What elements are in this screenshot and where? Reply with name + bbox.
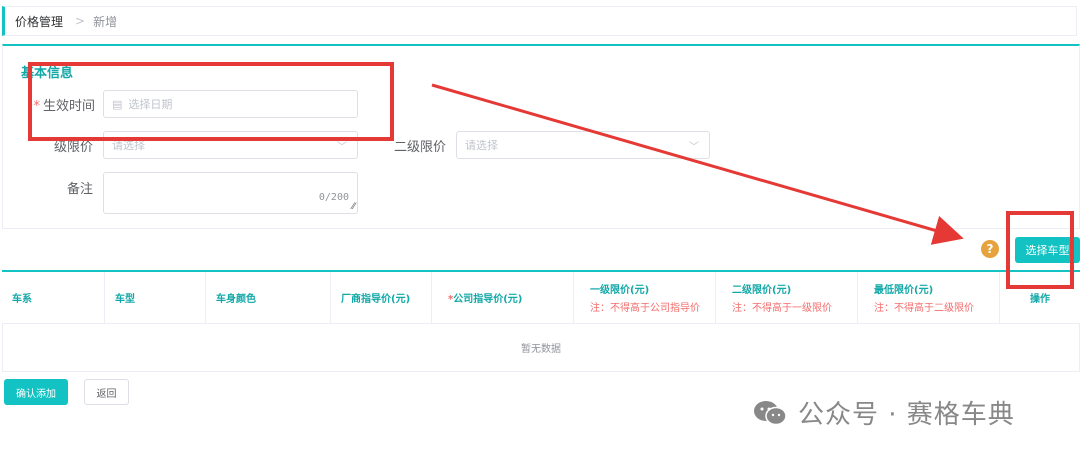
level2-limit-placeholder: 请选择 xyxy=(465,139,498,152)
effective-time-label: * 生效时间 xyxy=(33,99,95,114)
calendar-icon: ▤ xyxy=(112,97,123,111)
chevron-down-icon: ﹀ xyxy=(337,142,347,153)
remark-label: 备注 xyxy=(66,182,93,197)
column-header: 车系 xyxy=(2,272,105,323)
column-header: 二级限价(元) 注：不得高于一级限价 xyxy=(716,272,858,323)
column-header: 最低限价(元) 注：不得高于二级限价 xyxy=(858,272,1000,323)
resize-handle-icon[interactable]: ⁄⁄ xyxy=(352,202,355,212)
watermark-text: 公众号 · 赛格车典 xyxy=(798,400,1015,430)
effective-time-picker[interactable]: ▤ 选择日期 xyxy=(103,90,358,118)
breadcrumb-root[interactable]: 价格管理 xyxy=(15,13,63,30)
char-counter: 0/200 xyxy=(318,192,349,203)
breadcrumb-separator: > xyxy=(75,14,86,28)
breadcrumb-current: 新增 xyxy=(93,14,118,29)
column-header: 一级限价(元) 注：不得高于公司指导价 xyxy=(574,272,716,323)
section-title: 基本信息 xyxy=(21,66,74,81)
effective-time-placeholder: 选择日期 xyxy=(128,98,173,111)
column-header: 厂商指导价(元) xyxy=(331,272,432,323)
column-header: 操作 xyxy=(1030,294,1050,305)
chevron-down-icon: ﹀ xyxy=(689,142,699,153)
question-icon[interactable]: ? xyxy=(981,240,999,258)
level2-limit-select[interactable]: 请选择 ﹀ xyxy=(456,131,710,159)
watermark: 公众号 · 赛格车典 xyxy=(752,394,1015,431)
back-button[interactable]: 返回 xyxy=(84,379,129,405)
column-header: 车型 xyxy=(105,272,206,323)
required-mark: * xyxy=(33,99,40,114)
level1-limit-label: 级限价 xyxy=(53,140,93,155)
empty-state: 暂无数据 xyxy=(2,324,1080,372)
level1-limit-select[interactable]: 请选择 ﹀ xyxy=(103,131,358,159)
level1-limit-placeholder: 请选择 xyxy=(112,139,145,152)
column-header: 车身颜色 xyxy=(206,272,331,323)
remark-textarea[interactable]: 0/200 ⁄⁄ xyxy=(103,172,358,214)
price-table: 车系 车型 车身颜色 厂商指导价(元) *公司指导价(元) 一级限价(元) 注：不… xyxy=(2,270,1080,372)
basic-info-card: 基本信息 * 生效时间 ▤ 选择日期 级限价 请选择 ﹀ 二级限价 请选择 ﹀ 备… xyxy=(2,44,1080,229)
level2-limit-label: 二级限价 xyxy=(393,140,446,155)
confirm-add-button[interactable]: 确认添加 xyxy=(4,379,68,405)
select-model-button[interactable]: 选择车型 xyxy=(1015,237,1080,263)
table-header: 车系 车型 车身颜色 厂商指导价(元) *公司指导价(元) 一级限价(元) 注：不… xyxy=(2,272,1080,324)
breadcrumb: 价格管理 > 新增 xyxy=(2,6,1077,36)
column-header: *公司指导价(元) xyxy=(432,272,574,323)
wechat-icon xyxy=(754,400,787,425)
